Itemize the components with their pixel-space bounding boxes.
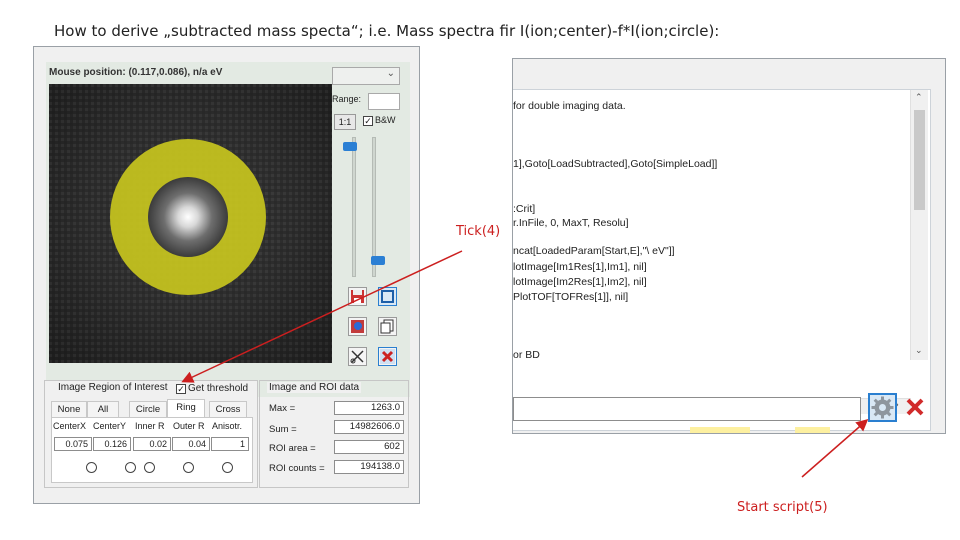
copy-image-icon[interactable]: [378, 317, 397, 336]
top-level-slider-thumb[interactable]: [343, 141, 357, 151]
range-label: Range:: [332, 94, 362, 104]
outer-r-field[interactable]: 0.04: [172, 437, 210, 451]
code-line: r.InFile, 0, MaxT, Resolu]: [513, 217, 629, 229]
col-inner-r: Inner R: [135, 421, 165, 431]
bw-label: B&W: [375, 115, 396, 125]
image-select-dropdown[interactable]: ⌄: [332, 67, 400, 85]
yellow-highlight: [690, 427, 750, 433]
code-line: 1],Goto[LoadSubtracted],Goto[SimpleLoad]…: [513, 158, 718, 170]
scroll-down-icon[interactable]: ⌄: [915, 345, 923, 356]
get-threshold-label: Get threshold: [188, 383, 249, 394]
roi-area-value: 602: [334, 440, 404, 454]
data-group-title: Image and ROI data: [267, 382, 362, 393]
col-anisotr: Anisotr.: [212, 421, 243, 431]
code-line: or BD: [513, 349, 540, 361]
sum-value: 14982606.0: [334, 420, 404, 434]
roi-area-label: ROI area =: [269, 443, 316, 454]
ion-spot: [148, 177, 228, 257]
col-centery: CenterY: [93, 421, 127, 431]
threshold-check-icon: ✓: [176, 384, 186, 394]
centery-field[interactable]: 0.126: [93, 437, 131, 451]
centerx-field[interactable]: 0.075: [54, 437, 92, 451]
top-level-slider[interactable]: [343, 137, 357, 277]
tab-all[interactable]: All: [87, 401, 119, 418]
close-image-icon[interactable]: [378, 347, 397, 366]
tick-annotation: Tick(4): [456, 224, 501, 239]
command-input[interactable]: [513, 397, 861, 421]
chevron-down-icon: ⌄: [386, 68, 395, 79]
code-line: lotImage[Im1Res[1],Im1], nil]: [513, 261, 647, 273]
tab-cross[interactable]: Cross: [209, 401, 247, 418]
tab-none[interactable]: None: [51, 401, 87, 418]
detector-image[interactable]: [49, 84, 332, 363]
radio-inner-r[interactable]: [144, 462, 155, 473]
mouse-position-readout: Mouse position: (0.117,0.086), n/a eV: [49, 67, 223, 78]
radio-centery[interactable]: [125, 462, 136, 473]
code-line: :Crit]: [513, 203, 536, 215]
script-window: for double imaging data. 1],Goto[LoadSub…: [512, 58, 946, 434]
max-value: 1263.0: [334, 401, 404, 415]
yellow-highlight: [795, 427, 830, 433]
vertical-scrollbar[interactable]: ⌃ ⌄: [910, 90, 928, 360]
script-editor[interactable]: for double imaging data. 1],Goto[LoadSub…: [513, 89, 931, 431]
code-line: for double imaging data.: [513, 100, 626, 112]
scroll-up-icon[interactable]: ⌃: [915, 92, 923, 103]
scale-1-1-button[interactable]: 1:1: [334, 114, 356, 130]
roi-counts-value: 194138.0: [334, 460, 404, 474]
fit-view-icon[interactable]: [378, 287, 397, 306]
stop-script-button[interactable]: [904, 395, 926, 419]
code-line: ncat[LoadedParam[Start,E],"\ eV"]]: [513, 245, 675, 257]
bw-check-icon: ✓: [363, 116, 373, 126]
gear-icon: [871, 396, 894, 419]
color-map-icon[interactable]: [348, 317, 367, 336]
code-line: lotImage[Im2Res[1],Im2], nil]: [513, 276, 647, 288]
get-threshold-checkbox[interactable]: ✓ Get threshold: [176, 383, 249, 394]
slide-title: How to derive „subtracted mass specta“; …: [54, 22, 720, 40]
detector-image-canvas: [49, 84, 332, 363]
radio-centerx[interactable]: [86, 462, 97, 473]
radio-anisotr[interactable]: [222, 462, 233, 473]
roi-counts-label: ROI counts =: [269, 463, 325, 474]
inner-r-field[interactable]: 0.02: [133, 437, 171, 451]
max-label: Max =: [269, 403, 296, 414]
bw-checkbox[interactable]: ✓ B&W: [363, 115, 396, 126]
run-script-button[interactable]: [868, 393, 897, 422]
close-icon: [906, 398, 924, 416]
save-icon[interactable]: [348, 287, 367, 306]
range-input[interactable]: [368, 93, 400, 110]
vertical-scrollbar-thumb[interactable]: [914, 110, 925, 210]
radio-outer-r[interactable]: [183, 462, 194, 473]
tab-circle[interactable]: Circle: [129, 401, 167, 418]
start-script-annotation: Start script(5): [737, 500, 828, 515]
imaging-app-window: Mouse position: (0.117,0.086), n/a eV ⌄: [33, 46, 420, 504]
sum-label: Sum =: [269, 424, 297, 435]
bottom-level-slider-thumb[interactable]: [371, 255, 385, 265]
col-centerx: CenterX: [53, 421, 87, 431]
code-line: PlotTOF[TOFRes[1]], nil]: [513, 291, 629, 303]
anisotr-field[interactable]: 1: [211, 437, 249, 451]
roi-group-title: Image Region of Interest: [56, 382, 170, 393]
bottom-level-slider[interactable]: [371, 137, 385, 277]
tab-ring[interactable]: Ring: [167, 399, 205, 418]
cut-icon[interactable]: [348, 347, 367, 366]
col-outer-r: Outer R: [173, 421, 205, 431]
